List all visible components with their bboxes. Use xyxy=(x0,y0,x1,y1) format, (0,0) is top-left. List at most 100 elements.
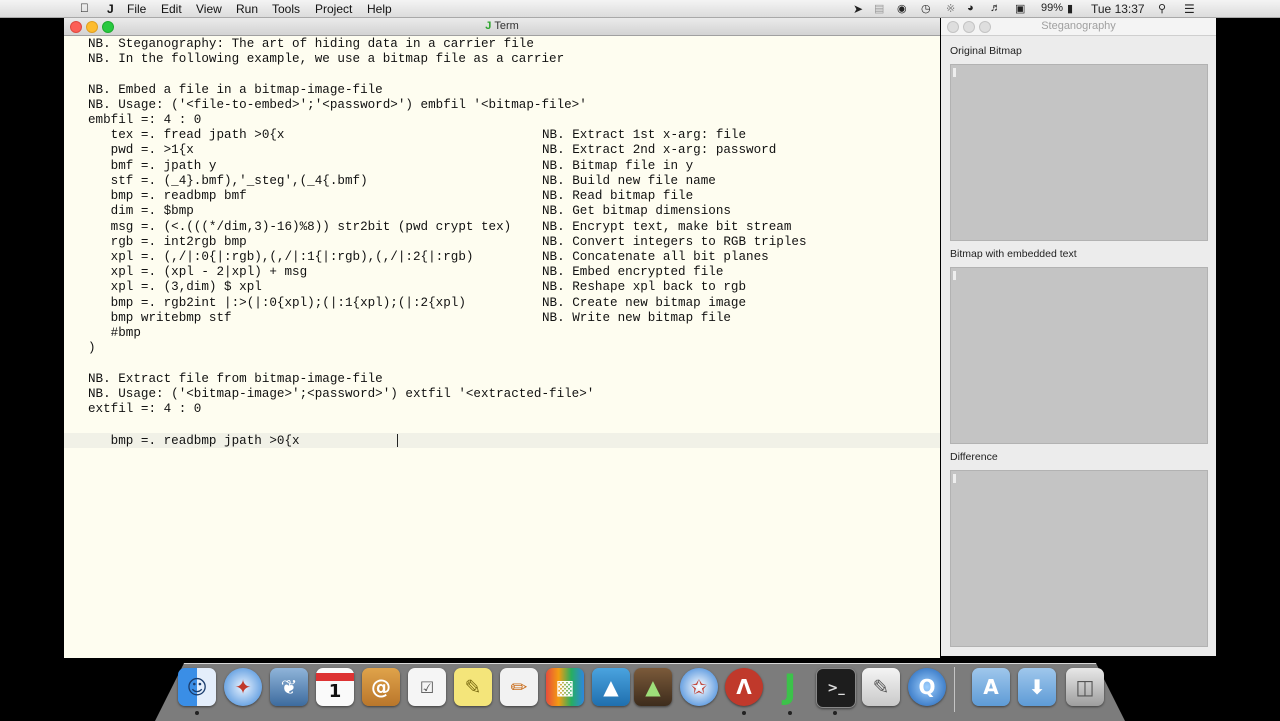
code-comment: NB. Embed encrypted file xyxy=(542,265,724,279)
textedit-icon[interactable]: ✏ xyxy=(500,668,538,706)
code-line: extfil =: 4 : 0 xyxy=(88,402,202,416)
menu-bar:  J File Edit View Run Tools Project Hel… xyxy=(0,0,1280,18)
calendar-header xyxy=(316,672,354,681)
menu-tools[interactable]: Tools xyxy=(272,2,300,16)
code-line: rgb =. int2rgb bmp xyxy=(88,235,247,249)
code-comment: NB. Reshape xpl back to rgb xyxy=(542,280,747,294)
notification-center-icon[interactable]: ☰ xyxy=(1184,2,1195,16)
clock[interactable]: Tue 13:37 xyxy=(1091,2,1145,16)
code-comment: NB. Convert integers to RGB triples xyxy=(542,235,807,249)
time-machine-icon[interactable]: ◷ xyxy=(921,2,931,15)
code-comment: NB. Concatenate all bit planes xyxy=(542,250,769,264)
reminders-icon[interactable]: ☑ xyxy=(408,668,446,706)
panel-marker xyxy=(953,68,956,77)
code-comment: NB. Extract 1st x-arg: file xyxy=(542,128,747,142)
code-line: embfil =: 4 : 0 xyxy=(88,113,202,127)
address-book-icon[interactable]: @ xyxy=(362,668,400,706)
running-indicator xyxy=(195,711,199,715)
code-line: xpl =. (,/|:0{|:rgb),(,/|:1{|:rgb),(,/|:… xyxy=(88,250,474,264)
applications-folder-icon[interactable]: A xyxy=(972,668,1010,706)
code-comment: NB. Get bitmap dimensions xyxy=(542,204,731,218)
downloads-folder-icon[interactable]: ⬇ xyxy=(1018,668,1056,706)
code-line: tex =. fread jpath >0{x xyxy=(88,128,285,142)
record-icon[interactable]: ◉ xyxy=(897,2,907,15)
instruments-icon[interactable]: ✩ xyxy=(680,668,718,706)
running-indicator xyxy=(742,711,746,715)
code-line: NB. Extract file from bitmap-image-file xyxy=(88,372,383,386)
panel-marker xyxy=(953,474,956,483)
bluetooth-icon[interactable]: ※ xyxy=(946,2,955,15)
code-comment: NB. Extract 2nd x-arg: password xyxy=(542,143,777,157)
app-menu[interactable]: J xyxy=(107,2,114,16)
code-line: bmp writebmp stf xyxy=(88,311,232,325)
menu-help[interactable]: Help xyxy=(367,2,392,16)
code-line: bmp =. rgb2int |:>(|:0{xpl);(|:1{xpl);(|… xyxy=(88,296,466,310)
code-line: dim =. $bmp xyxy=(88,204,194,218)
code-line: msg =. (<.(((*/dim,3)-16)%8)) str2bit (p… xyxy=(88,220,512,234)
code-comment: NB. Bitmap file in y xyxy=(542,159,694,173)
trash-icon[interactable]: ◫ xyxy=(1066,668,1104,706)
original-bitmap-label: Original Bitmap xyxy=(950,45,1022,57)
code-line: NB. In the following example, we use a b… xyxy=(88,52,565,66)
menu-project[interactable]: Project xyxy=(315,2,352,16)
keynote-icon[interactable]: ▩ xyxy=(546,668,584,706)
code-line: xpl =. (3,dim) $ xpl xyxy=(88,280,262,294)
menu-edit[interactable]: Edit xyxy=(161,2,182,16)
difference-label: Difference xyxy=(950,451,998,463)
quicktime-icon[interactable]: Q xyxy=(908,668,946,706)
code-line: bmp =. readbmp jpath >0{x xyxy=(88,434,300,448)
preview-icon[interactable]: ❦ xyxy=(270,668,308,706)
code-comment: NB. Encrypt text, make bit stream xyxy=(542,220,792,234)
j-app-icon: J xyxy=(485,20,492,32)
display-icon[interactable]: ▣ xyxy=(1015,2,1025,15)
terminal-icon[interactable]: >_ xyxy=(816,668,856,708)
spotlight-search-icon[interactable]: ⚲ xyxy=(1158,2,1166,15)
code-comment: NB. Build new file name xyxy=(542,174,716,188)
code-comment: NB. Create new bitmap image xyxy=(542,296,747,310)
running-indicator xyxy=(833,711,837,715)
term-titlebar[interactable]: J Term xyxy=(64,17,940,36)
battery-percentage[interactable]: 99% xyxy=(1041,2,1063,14)
steganography-window-title: Steganography xyxy=(1041,20,1116,32)
script-editor-icon[interactable]: ✎ xyxy=(862,668,900,706)
term-window: J Term NB. Steganography: The art of hidi… xyxy=(64,17,940,658)
status-bars-icon[interactable]: ▤ xyxy=(874,2,884,15)
code-line: pwd =. >1{x xyxy=(88,143,194,157)
code-line: NB. Usage: ('<file-to-embed>';'<password… xyxy=(88,98,587,112)
term-editor[interactable]: NB. Steganography: The art of hiding dat… xyxy=(64,35,940,658)
difference-panel xyxy=(950,470,1208,647)
code-line: NB. Steganography: The art of hiding dat… xyxy=(88,37,534,51)
text-cursor xyxy=(397,434,398,447)
code-comment: NB. Write new bitmap file xyxy=(542,311,731,325)
term-window-title: J Term xyxy=(485,20,519,32)
dock-separator xyxy=(954,667,955,712)
battery-icon[interactable]: ▮ xyxy=(1067,2,1073,15)
code-line: NB. Usage: ('<bitmap-image>';<password>'… xyxy=(88,387,595,401)
menu-run[interactable]: Run xyxy=(236,2,258,16)
j-app-icon[interactable]: J xyxy=(771,667,809,707)
volume-icon[interactable]: ♬ xyxy=(990,2,1001,14)
stickies-icon[interactable]: ✎ xyxy=(454,668,492,706)
wifi-icon[interactable]: ◕ xyxy=(967,2,974,14)
code-line: NB. Embed a file in a bitmap-image-file xyxy=(88,83,383,97)
shell-icon[interactable]: Λ xyxy=(725,668,763,706)
menu-view[interactable]: View xyxy=(196,2,222,16)
running-indicator xyxy=(788,711,792,715)
embedded-bitmap-label: Bitmap with embedded text xyxy=(950,248,1077,260)
code-line: ) xyxy=(88,341,96,355)
pages-icon[interactable]: ▲ xyxy=(634,668,672,706)
numbers-icon[interactable]: ▲ xyxy=(592,668,630,706)
finder-icon[interactable]: ☺ xyxy=(178,668,216,706)
steganography-titlebar[interactable]: Steganography xyxy=(941,17,1216,36)
code-line: bmf =. jpath y xyxy=(88,159,217,173)
safari-icon[interactable]: ✦ xyxy=(224,668,262,706)
menu-file[interactable]: File xyxy=(127,2,146,16)
embedded-bitmap-panel xyxy=(950,267,1208,444)
apple-menu-icon[interactable]:  xyxy=(80,1,89,15)
code-line: #bmp xyxy=(88,326,141,340)
code-line: xpl =. (xpl - 2|xpl) + msg xyxy=(88,265,308,279)
original-bitmap-panel xyxy=(950,64,1208,241)
code-line: bmp =. readbmp bmf xyxy=(88,189,247,203)
calendar-icon[interactable]: 1 xyxy=(316,668,354,706)
mouse-pointer-icon: ➤ xyxy=(853,2,864,16)
